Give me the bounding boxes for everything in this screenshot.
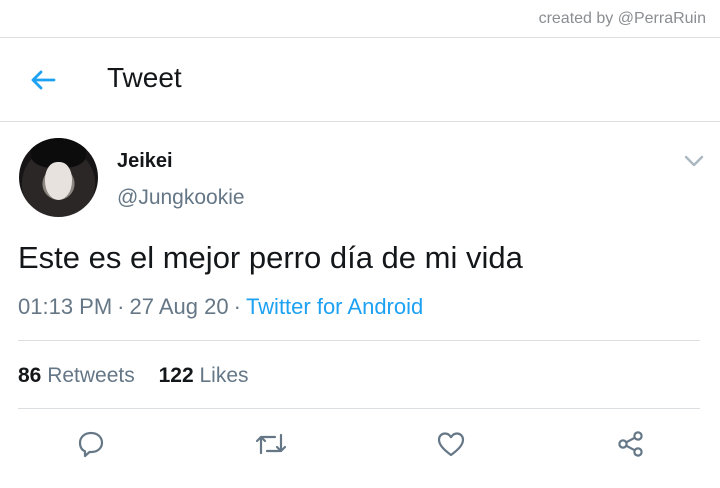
tweet-source-link[interactable]: Twitter for Android (246, 294, 423, 319)
retweet-button[interactable] (251, 424, 291, 464)
like-button[interactable] (431, 424, 471, 464)
reply-icon (78, 431, 104, 458)
chevron-down-icon (684, 155, 704, 167)
heart-icon (437, 432, 465, 457)
meta-separator: · (117, 294, 125, 319)
retweets-label[interactable]: Retweets (47, 364, 135, 387)
share-icon (618, 431, 643, 457)
tweet-date: 27 Aug 20 (129, 294, 229, 319)
top-divider (0, 37, 720, 38)
header-divider (0, 121, 720, 122)
stats-divider (18, 408, 700, 409)
page-title: Tweet (107, 62, 182, 93)
author-handle[interactable]: @Jungkookie (117, 186, 245, 210)
arrow-left-icon (31, 70, 56, 90)
tweet-time: 01:13 PM (18, 294, 113, 319)
retweet-icon (255, 433, 287, 455)
more-options-button[interactable] (682, 150, 706, 172)
meta-separator: · (233, 294, 241, 319)
tweet-stats: 86 Retweets 122 Likes (18, 364, 249, 388)
meta-divider (18, 340, 700, 341)
likes-count[interactable]: 122 (159, 364, 194, 387)
reply-button[interactable] (71, 424, 111, 464)
back-button[interactable] (26, 63, 60, 97)
author-name[interactable]: Jeikei (117, 150, 173, 173)
likes-label[interactable]: Likes (199, 364, 248, 387)
creator-credit: created by @PerraRuin (538, 10, 706, 27)
tweet-text: Este es el mejor perro día de mi vida (18, 240, 523, 275)
share-button[interactable] (611, 424, 651, 464)
tweet-meta: 01:13 PM · 27 Aug 20 · Twitter for Android (18, 294, 423, 320)
retweets-count[interactable]: 86 (18, 364, 41, 387)
avatar[interactable] (19, 138, 98, 217)
